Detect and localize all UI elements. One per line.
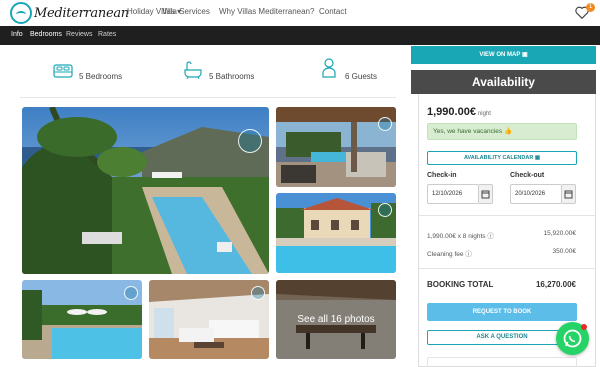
gallery-photo-5[interactable] <box>149 280 269 359</box>
watermark-logo-icon <box>238 129 262 153</box>
bathtub-icon <box>184 61 202 79</box>
cleaning-text: Cleaning fee <box>427 251 464 258</box>
panel-divider <box>418 268 596 269</box>
nights-text: 1,990.00€ x 8 nights <box>427 233 486 240</box>
feature-bedrooms-label: 5 Bedrooms <box>79 72 123 81</box>
feature-guests-label: 6 Guests <box>345 72 378 81</box>
price-unit: night <box>477 111 491 117</box>
request-to-book-button[interactable]: REQUEST TO BOOK <box>427 303 577 321</box>
features-divider <box>20 97 396 98</box>
gallery-photo-2[interactable] <box>276 107 396 187</box>
price-value: 1,990.00€ <box>427 106 476 118</box>
booking-total-label: BOOKING TOTAL <box>427 280 494 289</box>
watermark-logo-icon <box>378 117 392 131</box>
view-on-map-button[interactable]: VIEW ON MAP ▣ <box>411 46 596 64</box>
nightly-price: 1,990.00€ night <box>427 106 491 118</box>
watermark-logo-icon <box>378 203 392 217</box>
tab-reviews[interactable]: Reviews <box>66 31 92 38</box>
tab-rates[interactable]: Rates <box>98 31 116 38</box>
checkout-label: Check-out <box>510 172 545 179</box>
checkout-date-field[interactable]: 20/10/2026 <box>510 184 562 204</box>
gallery-photo-main[interactable] <box>22 107 269 274</box>
nights-breakdown-label: 1,990.00€ x 8 nights ⓘ <box>427 230 494 240</box>
checkout-calendar-icon[interactable] <box>562 184 576 204</box>
map-icon: ▣ <box>521 52 528 58</box>
tab-info[interactable]: Info <box>11 31 23 38</box>
checkin-date-field[interactable]: 12/10/2026 <box>427 184 479 204</box>
availability-calendar-label: AVAILABILITY CALENDAR <box>463 155 534 161</box>
person-icon <box>322 58 336 78</box>
checkin-calendar-icon[interactable] <box>479 184 493 204</box>
site-logo[interactable]: Mediterranean <box>10 2 129 24</box>
nights-breakdown-value: 15,920.00€ <box>543 230 576 237</box>
calendar-icon: ▦ <box>534 155 541 161</box>
villa-pool-garden-image <box>22 107 269 274</box>
ask-a-question-button[interactable]: ASK A QUESTION <box>427 330 577 345</box>
logo-mark-icon <box>10 2 32 24</box>
nav-villa-services[interactable]: Villa Services <box>162 7 210 16</box>
availability-calendar-button[interactable]: AVAILABILITY CALENDAR ▦ <box>427 151 577 165</box>
nav-why-villas[interactable]: Why Villas Mediterranean? <box>219 7 314 16</box>
villa-facade-pool-image <box>276 193 396 273</box>
info-icon[interactable]: ⓘ <box>465 251 472 258</box>
villa-terrace-image <box>276 107 396 187</box>
property-features: 5 Bedrooms 5 Bathrooms 6 Guests <box>20 56 396 96</box>
checkin-label: Check-in <box>427 172 457 179</box>
favorites-count-badge: 1 <box>586 3 595 12</box>
gallery-photo-4[interactable] <box>22 280 142 359</box>
see-all-photos-button[interactable]: See all 16 photos <box>276 280 396 359</box>
gallery-photo-3[interactable] <box>276 193 396 273</box>
logo-text: Mediterranean <box>34 5 129 21</box>
availability-title: Availability <box>411 70 596 94</box>
top-header: Mediterranean Holiday Villas ▾ Villa Ser… <box>0 0 600 26</box>
tab-bedrooms[interactable]: Bedrooms <box>30 31 62 38</box>
view-on-map-label: VIEW ON MAP <box>479 52 521 58</box>
info-icon[interactable]: ⓘ <box>487 233 494 240</box>
panel-footer-box <box>427 357 577 367</box>
vacancy-alert: Yes, we have vacancies 👍 <box>427 123 577 140</box>
cleaning-fee-value: 350.00€ <box>552 248 577 255</box>
booking-total-value: 16,270.00€ <box>535 280 576 289</box>
nav-contact[interactable]: Contact <box>319 7 347 16</box>
bed-icon <box>53 64 73 78</box>
feature-bathrooms-label: 5 Bathrooms <box>209 72 255 81</box>
watermark-logo-icon <box>124 286 138 300</box>
notification-dot <box>581 324 587 330</box>
property-subnav: Info Bedrooms Reviews Rates <box>0 26 600 45</box>
panel-divider <box>418 215 596 216</box>
watermark-logo-icon <box>251 286 265 300</box>
cleaning-fee-label: Cleaning fee ⓘ <box>427 248 472 258</box>
